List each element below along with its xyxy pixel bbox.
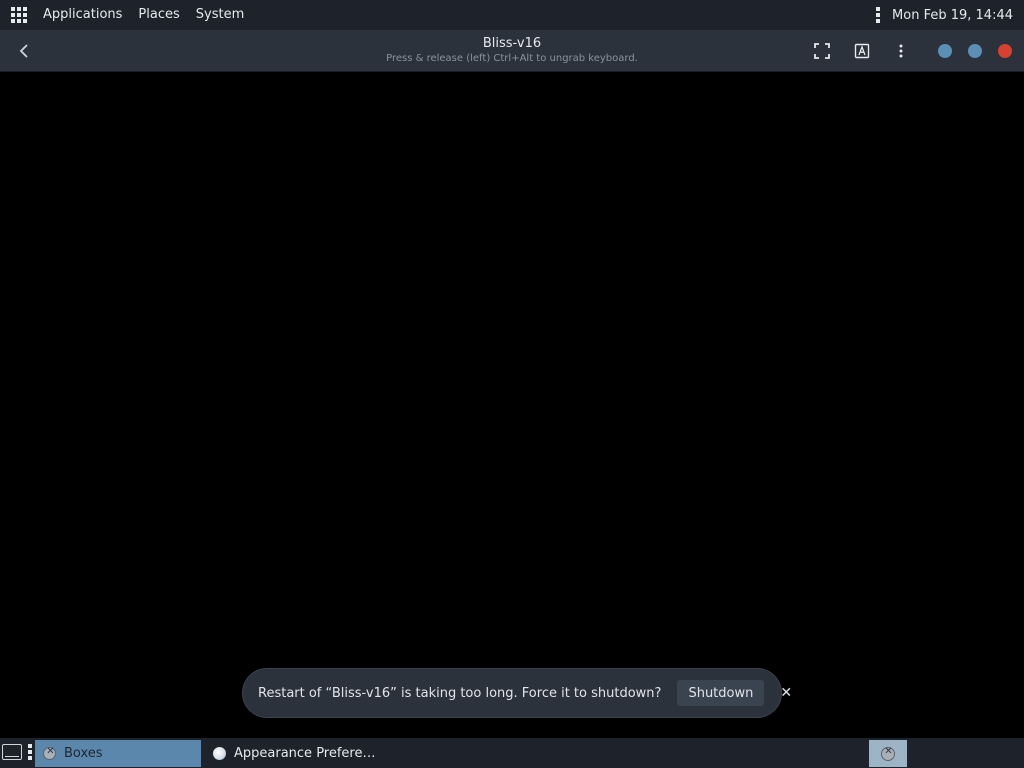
fullscreen-icon[interactable]: [811, 40, 833, 62]
bottom-panel: Boxes Appearance Prefere…: [0, 738, 1024, 768]
menu-system[interactable]: System: [188, 0, 252, 30]
tray-boxes-indicator[interactable]: [869, 740, 907, 767]
task-appearance-preferences[interactable]: Appearance Prefere…: [205, 740, 405, 767]
boxes-tray-icon: [881, 746, 895, 761]
panel-handle-icon[interactable]: [28, 744, 32, 760]
task-label: Appearance Prefere…: [234, 746, 376, 761]
shutdown-button[interactable]: Shutdown: [677, 680, 765, 706]
headerbar: Bliss-v16 Press & release (left) Ctrl+Al…: [0, 30, 1024, 72]
panel-menu-icon[interactable]: [876, 7, 881, 23]
menu-places[interactable]: Places: [130, 0, 187, 30]
task-label: Boxes: [64, 746, 103, 761]
menu-icon[interactable]: [890, 40, 912, 62]
window-subtitle: Press & release (left) Ctrl+Alt to ungra…: [386, 53, 638, 64]
keyboard-icon[interactable]: [851, 40, 873, 62]
window-title: Bliss-v16: [482, 36, 542, 51]
notification-toast: Restart of “Bliss-v16” is taking too lon…: [242, 668, 792, 718]
close-icon[interactable]: ✕: [780, 683, 792, 703]
apps-grid-icon[interactable]: [11, 7, 27, 23]
title-block: Bliss-v16 Press & release (left) Ctrl+Al…: [312, 36, 712, 65]
appearance-icon: [213, 747, 226, 760]
show-desktop-icon[interactable]: [2, 744, 22, 760]
top-panel-right: Mon Feb 19, 14:44: [876, 0, 1024, 30]
close-button[interactable]: [998, 44, 1012, 58]
boxes-icon: [43, 746, 57, 760]
back-arrow-icon[interactable]: [12, 38, 38, 64]
top-panel: Applications Places System Mon Feb 19, 1…: [0, 0, 1024, 30]
vm-display[interactable]: [0, 73, 1024, 738]
notification-message: Restart of “Bliss-v16” is taking too lon…: [258, 685, 662, 701]
clock[interactable]: Mon Feb 19, 14:44: [892, 8, 1013, 23]
menu-applications[interactable]: Applications: [35, 0, 130, 30]
maximize-button[interactable]: [968, 44, 982, 58]
minimize-button[interactable]: [938, 44, 952, 58]
task-boxes[interactable]: Boxes: [35, 740, 201, 767]
